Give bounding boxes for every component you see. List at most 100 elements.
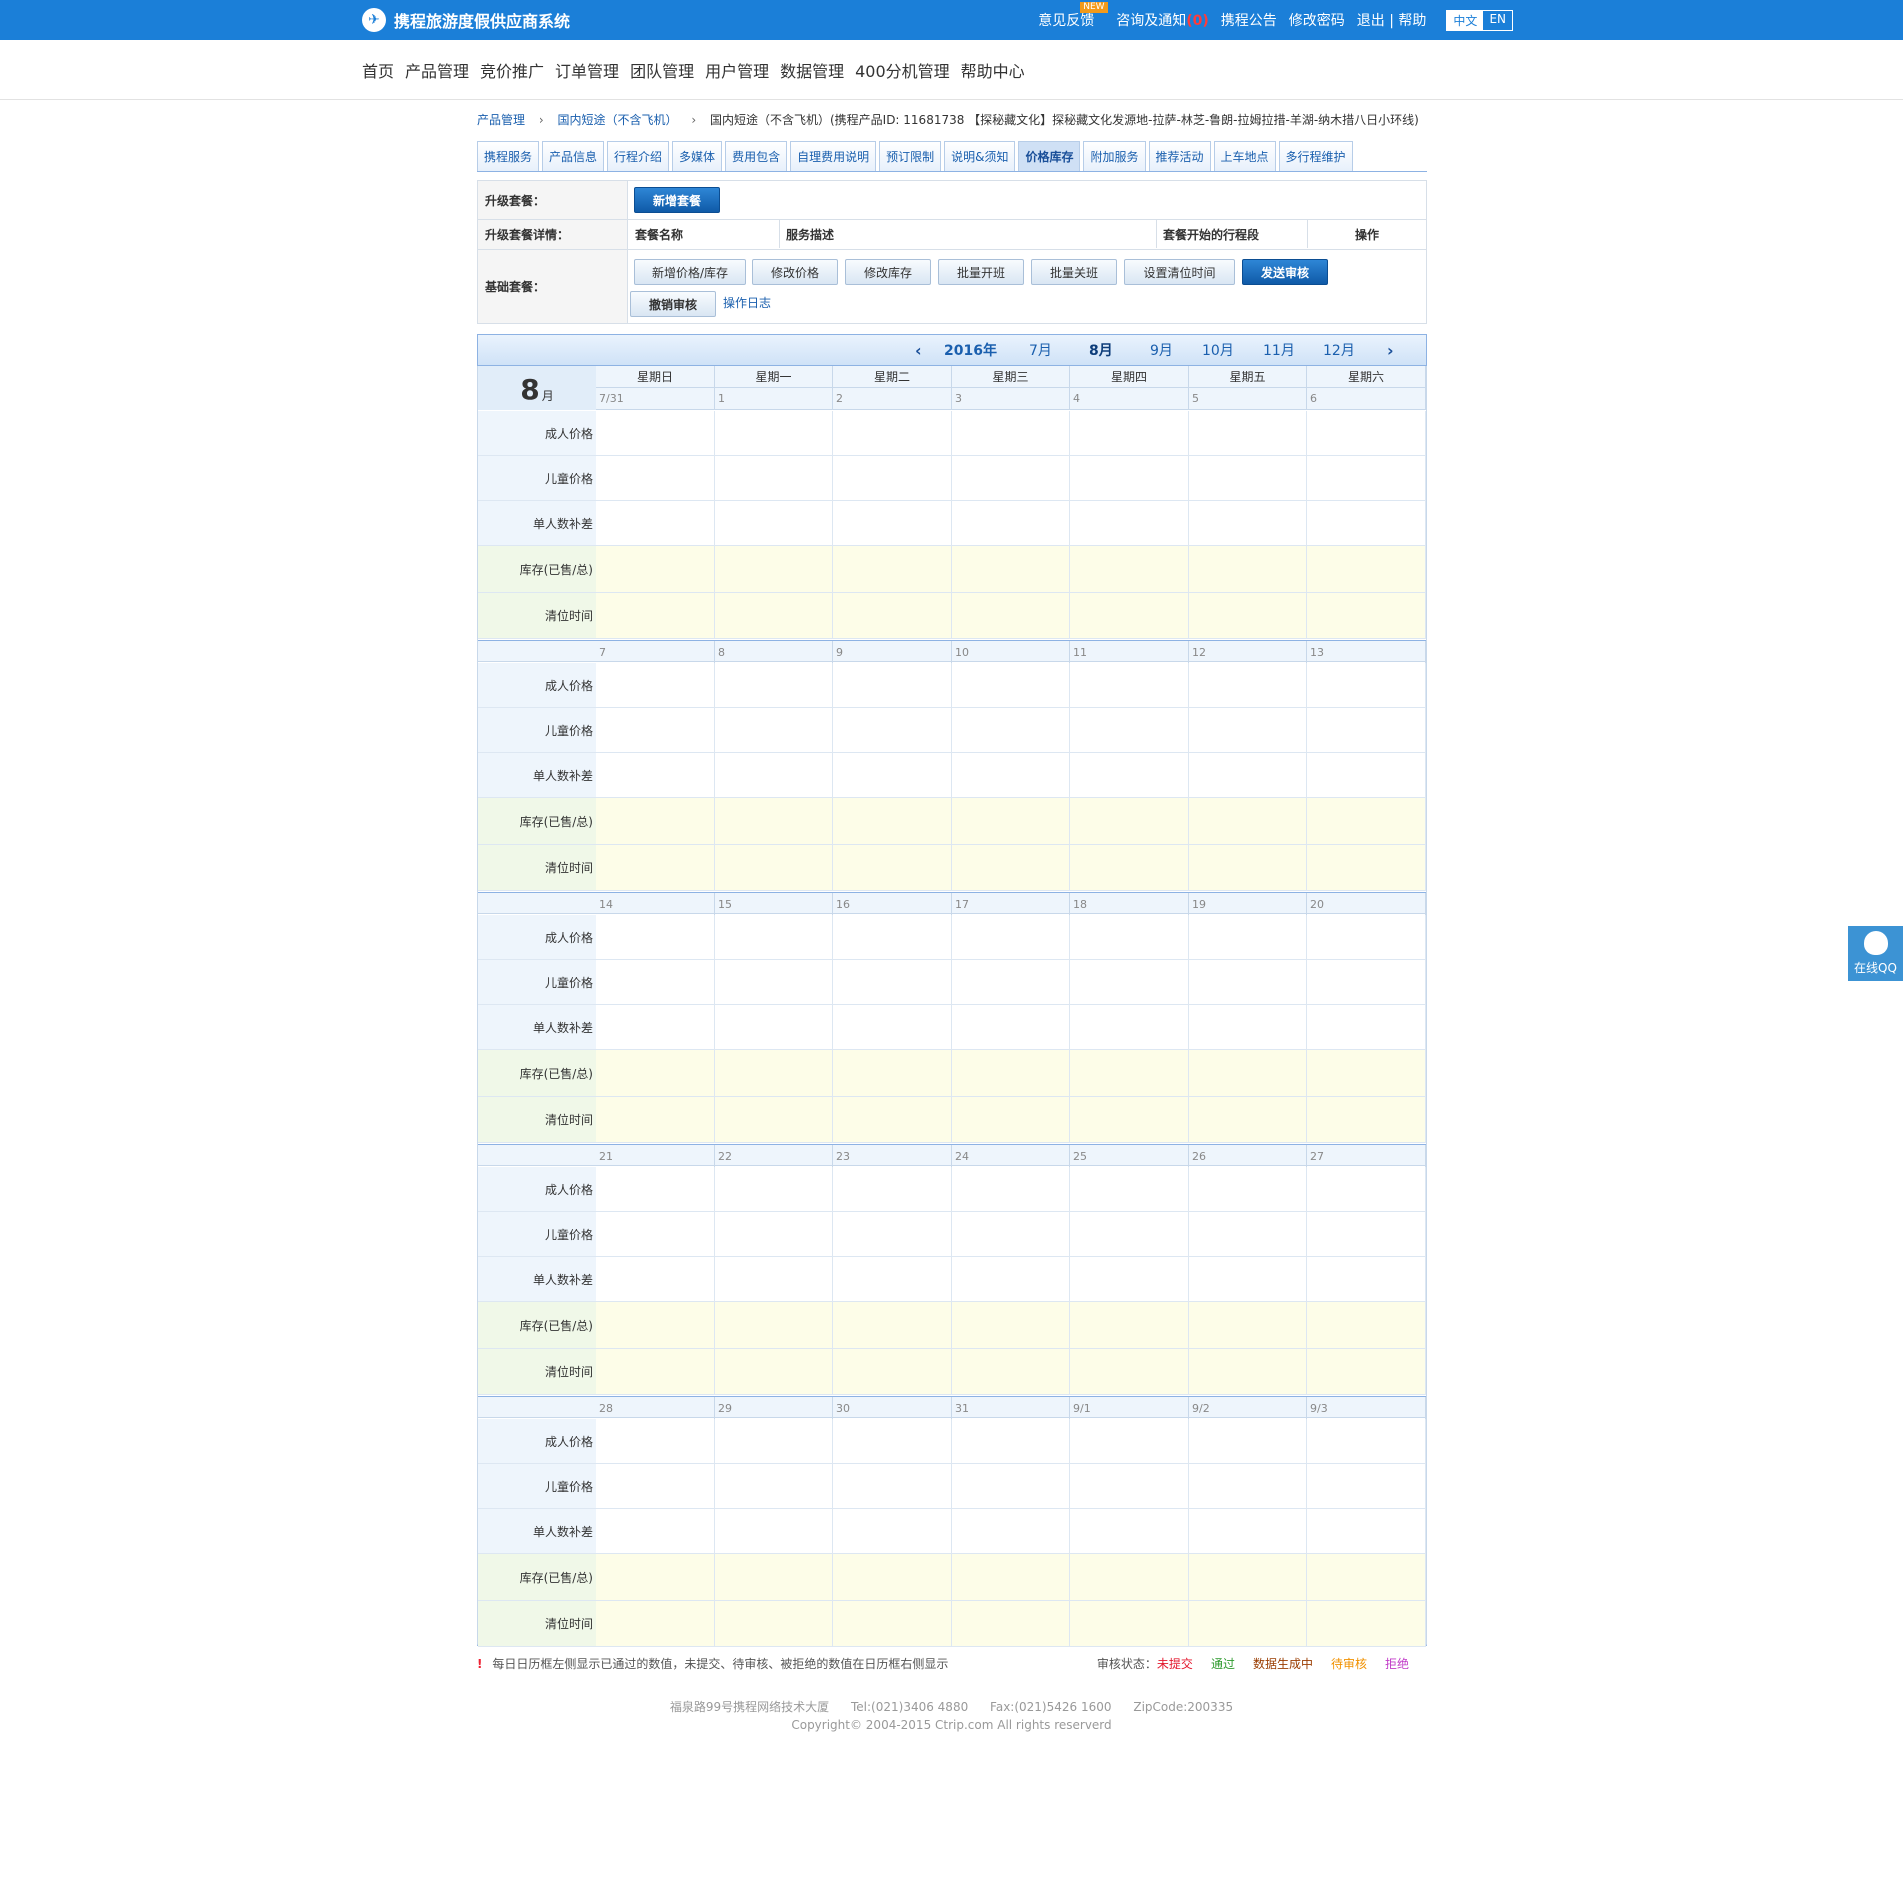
calendar-cell[interactable] <box>1307 546 1426 593</box>
site-logo[interactable]: ✈ 携程旅游度假供应商系统 <box>362 8 570 32</box>
calendar-cell[interactable] <box>833 1005 952 1050</box>
calendar-cell[interactable] <box>833 501 952 546</box>
calendar-cell[interactable] <box>1307 1257 1426 1302</box>
calendar-cell[interactable] <box>833 1554 952 1601</box>
calendar-cell[interactable] <box>952 1097 1070 1143</box>
announcement-link[interactable]: 携程公告 <box>1221 10 1277 30</box>
tab-5[interactable]: 自理费用说明 <box>790 141 877 171</box>
set-clear-time-button[interactable]: 设置清位时间 <box>1124 259 1235 285</box>
breadcrumb-category-link[interactable]: 国内短途（不含飞机） <box>557 113 677 127</box>
calendar-cell[interactable] <box>596 546 715 593</box>
operation-log-link[interactable]: 操作日志 <box>723 294 771 311</box>
calendar-cell[interactable] <box>715 1419 833 1464</box>
calendar-cell[interactable] <box>1070 1097 1189 1143</box>
calendar-cell[interactable] <box>1189 546 1307 593</box>
calendar-cell[interactable] <box>833 1509 952 1554</box>
submit-review-button[interactable]: 发送审核 <box>1242 259 1328 285</box>
month-dec[interactable]: 12月 <box>1323 335 1355 365</box>
calendar-cell[interactable] <box>833 546 952 593</box>
calendar-cell[interactable] <box>715 915 833 960</box>
calendar-cell[interactable] <box>596 501 715 546</box>
tab-3[interactable]: 多媒体 <box>672 141 723 171</box>
edit-stock-button[interactable]: 修改库存 <box>845 259 931 285</box>
calendar-cell[interactable] <box>596 915 715 960</box>
calendar-cell[interactable] <box>715 1097 833 1143</box>
calendar-cell[interactable] <box>596 1349 715 1395</box>
calendar-cell[interactable] <box>596 1554 715 1601</box>
calendar-cell[interactable] <box>1070 1554 1189 1601</box>
calendar-cell[interactable] <box>952 1257 1070 1302</box>
calendar-cell[interactable] <box>833 845 952 891</box>
calendar-cell[interactable] <box>1307 1005 1426 1050</box>
calendar-cell[interactable] <box>1189 663 1307 708</box>
tab-10[interactable]: 推荐活动 <box>1148 141 1211 171</box>
calendar-cell[interactable] <box>1189 593 1307 639</box>
calendar-cell[interactable] <box>833 915 952 960</box>
calendar-cell[interactable] <box>715 845 833 891</box>
calendar-cell[interactable] <box>596 708 715 753</box>
calendar-cell[interactable] <box>1189 1167 1307 1212</box>
calendar-cell[interactable] <box>1189 456 1307 501</box>
logout-help-link[interactable]: 退出 | 帮助 <box>1357 10 1427 30</box>
calendar-cell[interactable] <box>596 1167 715 1212</box>
calendar-cell[interactable] <box>952 1212 1070 1257</box>
calendar-cell[interactable] <box>1189 915 1307 960</box>
calendar-cell[interactable] <box>1189 1419 1307 1464</box>
calendar-cell[interactable] <box>833 753 952 798</box>
calendar-cell[interactable] <box>1070 501 1189 546</box>
calendar-cell[interactable] <box>1307 1167 1426 1212</box>
calendar-cell[interactable] <box>952 546 1070 593</box>
calendar-cell[interactable] <box>833 1257 952 1302</box>
tab-8[interactable]: 价格库存 <box>1018 141 1081 171</box>
calendar-cell[interactable] <box>1189 708 1307 753</box>
calendar-cell[interactable] <box>715 753 833 798</box>
calendar-cell[interactable] <box>952 708 1070 753</box>
calendar-cell[interactable] <box>715 708 833 753</box>
nav-team[interactable]: 团队管理 <box>630 58 694 82</box>
tab-12[interactable]: 多行程维护 <box>1278 141 1353 171</box>
calendar-cell[interactable] <box>715 1167 833 1212</box>
nav-bidding[interactable]: 竞价推广 <box>480 58 544 82</box>
calendar-cell[interactable] <box>1307 1349 1426 1395</box>
calendar-cell[interactable] <box>1070 456 1189 501</box>
calendar-cell[interactable] <box>715 1554 833 1601</box>
calendar-cell[interactable] <box>833 456 952 501</box>
calendar-cell[interactable] <box>952 456 1070 501</box>
calendar-cell[interactable] <box>715 960 833 1005</box>
calendar-cell[interactable] <box>1070 1601 1189 1647</box>
calendar-cell[interactable] <box>952 1050 1070 1097</box>
calendar-cell[interactable] <box>1070 1349 1189 1395</box>
batch-close-button[interactable]: 批量关班 <box>1031 259 1117 285</box>
calendar-cell[interactable] <box>952 1167 1070 1212</box>
calendar-cell[interactable] <box>596 1419 715 1464</box>
calendar-cell[interactable] <box>1189 1349 1307 1395</box>
calendar-cell[interactable] <box>1070 915 1189 960</box>
edit-price-button[interactable]: 修改价格 <box>752 259 838 285</box>
calendar-cell[interactable] <box>1307 960 1426 1005</box>
calendar-cell[interactable] <box>596 1257 715 1302</box>
calendar-cell[interactable] <box>1189 1302 1307 1349</box>
month-oct[interactable]: 10月 <box>1202 335 1234 365</box>
calendar-cell[interactable] <box>1307 798 1426 845</box>
calendar-cell[interactable] <box>715 1212 833 1257</box>
calendar-cell[interactable] <box>715 411 833 456</box>
calendar-cell[interactable] <box>596 1097 715 1143</box>
tab-6[interactable]: 预订限制 <box>879 141 942 171</box>
calendar-cell[interactable] <box>952 1005 1070 1050</box>
calendar-cell[interactable] <box>1189 1257 1307 1302</box>
calendar-cell[interactable] <box>596 593 715 639</box>
calendar-cell[interactable] <box>715 593 833 639</box>
calendar-cell[interactable] <box>1070 1509 1189 1554</box>
calendar-cell[interactable] <box>1070 1302 1189 1349</box>
feedback-link[interactable]: 意见反馈 NEW <box>1038 2 1108 30</box>
nav-data[interactable]: 数据管理 <box>780 58 844 82</box>
calendar-cell[interactable] <box>715 1257 833 1302</box>
calendar-cell[interactable] <box>1307 1050 1426 1097</box>
tab-9[interactable]: 附加服务 <box>1083 141 1146 171</box>
calendar-cell[interactable] <box>1307 1554 1426 1601</box>
calendar-cell[interactable] <box>596 1302 715 1349</box>
calendar-cell[interactable] <box>1070 1005 1189 1050</box>
calendar-cell[interactable] <box>1189 845 1307 891</box>
calendar-cell[interactable] <box>952 753 1070 798</box>
calendar-cell[interactable] <box>1307 1601 1426 1647</box>
